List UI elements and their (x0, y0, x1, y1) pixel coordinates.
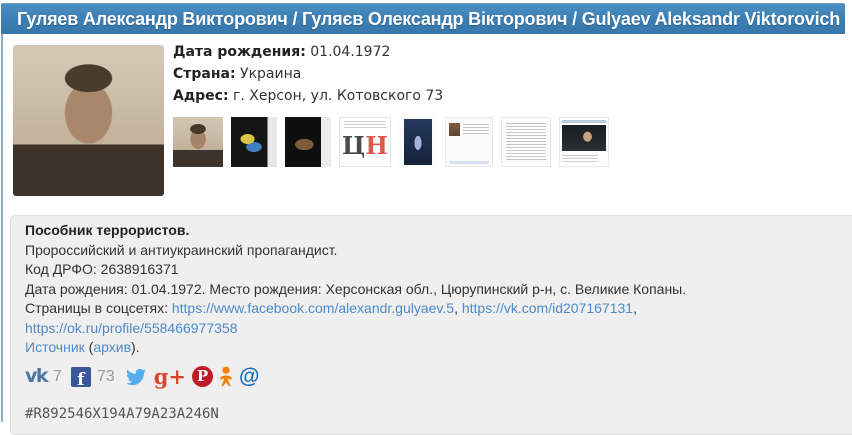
archive-link[interactable]: архив (93, 339, 131, 355)
facebook-profile-link[interactable]: https://www.facebook.com/alexandr.gulyae… (172, 300, 454, 316)
record-heading: Пособник террористов. (25, 221, 852, 241)
link-separator: , (454, 300, 462, 316)
vk-share-icon[interactable]: vk (25, 367, 47, 387)
thumbnail-poster[interactable] (399, 117, 437, 167)
thumbnail-portrait[interactable] (173, 117, 223, 167)
mailru-share-icon[interactable]: @ (239, 367, 259, 387)
country-value: Украина (240, 66, 301, 82)
twitter-share-icon[interactable] (124, 367, 148, 387)
cn-letter-red: Н (365, 134, 388, 158)
source-paren-close: ). (131, 339, 140, 355)
record-description: Пророссийский и антиукраинский пропаганд… (25, 241, 852, 261)
attachment-thumbnails: ЦН (173, 117, 609, 167)
vk-share-count: 7 (53, 367, 62, 387)
address-value: г. Херсон, ул. Котовского 73 (233, 88, 443, 104)
page-left-border (1, 34, 3, 422)
birthdate-value: 01.04.1972 (310, 44, 390, 60)
source-line: Источник (архив). (25, 338, 852, 358)
address-label: Адрес: (173, 88, 229, 104)
record-drfo-code: Код ДРФО: 2638916371 (25, 260, 852, 280)
page-title: Гуляев Александр Викторович / Гуляєв Оле… (1, 9, 840, 30)
meta-row-country: Страна: Украина (173, 63, 443, 85)
cn-letter-dark: Ц (342, 134, 365, 158)
link-separator: , (633, 300, 637, 316)
meta-row-birthdate: Дата рождения: 01.04.1972 (173, 41, 443, 63)
odnoklassniki-share-icon[interactable] (219, 366, 233, 388)
ok-link-line: https://ok.ru/profile/558466977358 (25, 319, 852, 339)
thumbnail-cn-logo[interactable]: ЦН (339, 117, 391, 167)
thumbnail-text-page[interactable] (501, 117, 551, 167)
pinterest-share-icon[interactable]: P (192, 366, 213, 387)
page-title-bar: Гуляев Александр Викторович / Гуляєв Оле… (1, 3, 845, 34)
facebook-share-count: 73 (97, 367, 115, 387)
record-box: Пособник террористов. Пророссийский и ан… (10, 215, 852, 435)
record-birth-info: Дата рождения: 01.04.1972. Место рождени… (25, 280, 852, 300)
record-hash: #R892546X194A79A23A246N (25, 405, 852, 425)
source-link[interactable]: Источник (25, 339, 85, 355)
profile-photo[interactable] (13, 45, 164, 196)
social-links-label: Страницы в соцсетях: (25, 300, 172, 316)
birthdate-label: Дата рождения: (173, 44, 306, 60)
facebook-share-icon[interactable]: f (71, 367, 91, 387)
thumbnail-tv-screenshot[interactable] (559, 117, 609, 167)
thumbnail-facebook-post[interactable] (445, 117, 493, 167)
ok-profile-link[interactable]: https://ok.ru/profile/558466977358 (25, 320, 238, 336)
thumbnail-map-collage[interactable] (231, 117, 277, 167)
vk-profile-link[interactable]: https://vk.com/id207167131 (462, 300, 633, 316)
country-label: Страна: (173, 66, 236, 82)
share-buttons-row: vk 7 f 73 g+ P @ (25, 365, 852, 389)
social-links-line: Страницы в соцсетях: https://www.faceboo… (25, 299, 852, 319)
googleplus-share-icon[interactable]: g+ (154, 367, 186, 387)
thumbnail-dark-post[interactable] (285, 117, 331, 167)
profile-meta: Дата рождения: 01.04.1972 Страна: Украин… (173, 41, 443, 107)
meta-row-address: Адрес: г. Херсон, ул. Котовского 73 (173, 85, 443, 107)
